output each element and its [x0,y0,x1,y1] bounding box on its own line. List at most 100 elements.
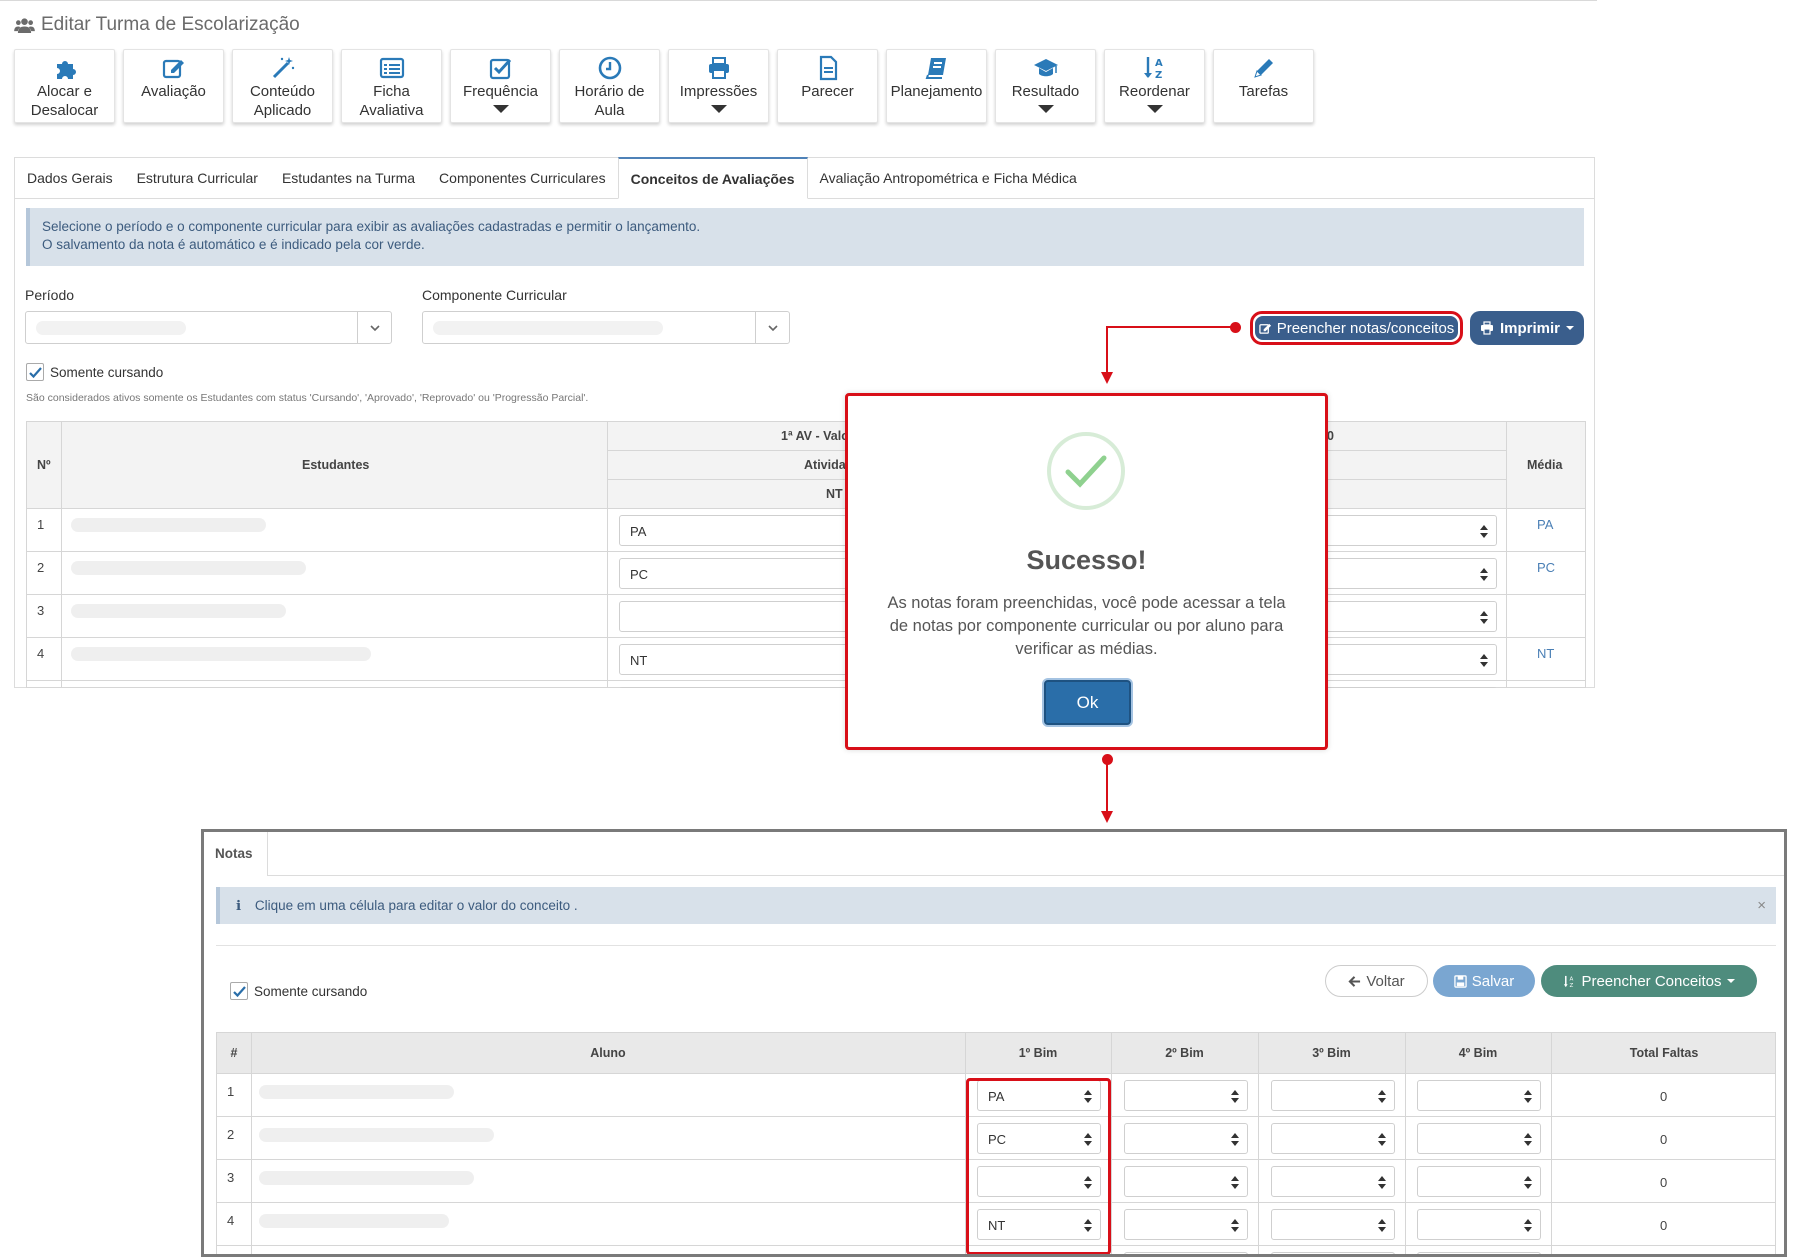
bim3-select[interactable] [1271,1080,1395,1111]
bim4-select[interactable] [1417,1252,1541,1254]
col-ativ-header: Ativida [804,458,846,472]
spinner-arrows-icon [1480,654,1488,667]
tab-conceitos-de-avaliacoes[interactable]: Conceitos de Avaliações [617,157,808,199]
componente-select[interactable] [422,311,790,344]
spinner-arrows-icon [1231,1176,1239,1189]
row-number: 3 [37,603,45,618]
caret-down-icon [1566,326,1574,330]
toolbar-button-frequencia[interactable]: Frequência [450,49,551,123]
toolbar-button-planejamento[interactable]: Planejamento [886,49,987,123]
toolbar-label: Desalocar [30,102,99,119]
somente-cursando-checkbox[interactable] [26,363,44,381]
somente-cursando-checkbox[interactable] [230,982,248,1000]
blurred-student-name [259,1171,474,1185]
spinner-arrows-icon [1231,1133,1239,1146]
somente-cursando-row: Somente cursando [230,982,367,1000]
check-icon [29,367,42,379]
spinner-arrows-icon [1378,1219,1386,1232]
tab-componentes-curriculares[interactable]: Componentes Curriculares [427,158,618,199]
row-divider [27,680,1585,681]
media-value: PA [1537,517,1554,532]
info-alert: Selecione o período e o componente curri… [26,208,1584,266]
bim3-select[interactable] [1271,1123,1395,1154]
toolbar-label: Ficha [373,83,410,100]
col-faltas-header: Total Faltas [1629,1046,1699,1060]
row-number: 2 [37,560,45,575]
bim4-select[interactable] [1417,1123,1541,1154]
toolbar-button-horario[interactable]: Horário de Aula [559,49,660,123]
toolbar-label: Planejamento [890,83,983,100]
info-icon: ℹ [236,898,242,913]
magic-wand-icon [272,57,294,79]
tab-divider [268,875,1784,876]
spinner-arrows-icon [1231,1219,1239,1232]
print-button[interactable]: Imprimir [1470,311,1584,345]
voltar-label: Voltar [1366,972,1405,990]
tab-estrutura-curricular[interactable]: Estrutura Curricular [125,158,270,199]
total-faltas-value: 0 [1660,1132,1668,1147]
bim2-select[interactable] [1124,1166,1248,1197]
ok-button[interactable]: Ok [1044,680,1131,725]
bim2-select[interactable] [1124,1209,1248,1240]
bim4-select[interactable] [1417,1080,1541,1111]
caret-down-icon [1726,979,1735,983]
toolbar-button-parecer[interactable]: Parecer [777,49,878,123]
salvar-label: Salvar [1471,972,1515,990]
bim3-select[interactable] [1271,1166,1395,1197]
salvar-button[interactable]: Salvar [1433,965,1535,997]
periodo-select[interactable] [25,311,392,344]
tab-estudantes-na-turma[interactable]: Estudantes na Turma [270,158,427,199]
close-icon[interactable]: × [1757,887,1766,924]
arrow-down-icon [1101,372,1113,384]
arrow-left-icon [1348,975,1361,987]
toolbar-button-impressoes[interactable]: Impressões [668,49,769,123]
select-arrow [357,312,391,343]
toolbar-label: Aula [594,102,625,119]
row-number: 4 [227,1213,235,1228]
active-status-note: São considerados ativos somente os Estud… [26,392,589,404]
toolbar-button-reordenar[interactable]: AZ Reordenar [1104,49,1205,123]
toolbar-button-alocar[interactable]: Alocar e Desalocar [14,49,115,123]
pencil-icon [1253,59,1273,78]
spinner-arrows-icon [1480,525,1488,538]
row-divider [27,637,1585,638]
tab-dados-gerais[interactable]: Dados Gerais [15,158,125,199]
toolbar-button-avaliacao[interactable]: Avaliação [123,49,224,123]
puzzle-icon [56,61,76,79]
col-bim1-header: 1º Bim [1018,1046,1058,1060]
somente-cursando-row: Somente cursando [26,363,163,381]
bim3-select[interactable] [1271,1252,1395,1254]
toolbar-label: Avaliativa [359,102,424,119]
success-check-icon [1047,432,1125,510]
bim1-column-highlight [966,1078,1111,1254]
fill-grades-button[interactable]: Preencher notas/conceitos [1255,316,1458,340]
toolbar-button-resultado[interactable]: Resultado [995,49,1096,123]
toolbar-label: Frequência [462,83,539,100]
toolbar-button-conteudo[interactable]: Conteúdo Aplicado [232,49,333,123]
toolbar-label: Conteúdo [249,83,316,100]
tab-avaliacao-antropometrica[interactable]: Avaliação Antropométrica e Ficha Médica [808,158,1089,199]
edit-icon [162,59,184,79]
bim3-select[interactable] [1271,1209,1395,1240]
bim4-select[interactable] [1417,1166,1541,1197]
total-faltas-value: 0 [1660,1089,1668,1104]
media-value: PC [1537,560,1556,575]
toolbar-button-tarefas[interactable]: Tarefas [1213,49,1314,123]
tab-notas[interactable]: Notas [204,832,268,876]
bim2-select[interactable] [1124,1252,1248,1254]
spinner-arrows-icon [1524,1176,1532,1189]
grade-value: PA [630,524,647,539]
success-modal: Sucesso! As notas foram preenchidas, voc… [845,393,1328,750]
bim2-select[interactable] [1124,1123,1248,1154]
bim2-select[interactable] [1124,1080,1248,1111]
toolbar-label: Horário de [574,83,645,100]
spinner-arrows-icon [1378,1133,1386,1146]
preencher-conceitos-button[interactable]: AZ Preencher Conceitos [1541,965,1757,997]
voltar-button[interactable]: Voltar [1325,965,1428,997]
col-bim2-header: 2º Bim [1165,1046,1204,1060]
bim4-select[interactable] [1417,1209,1541,1240]
toolbar-label: Tarefas [1238,83,1289,100]
list-icon [379,57,404,79]
select-arrow [755,312,789,343]
toolbar-button-ficha[interactable]: Ficha Avaliativa [341,49,442,123]
